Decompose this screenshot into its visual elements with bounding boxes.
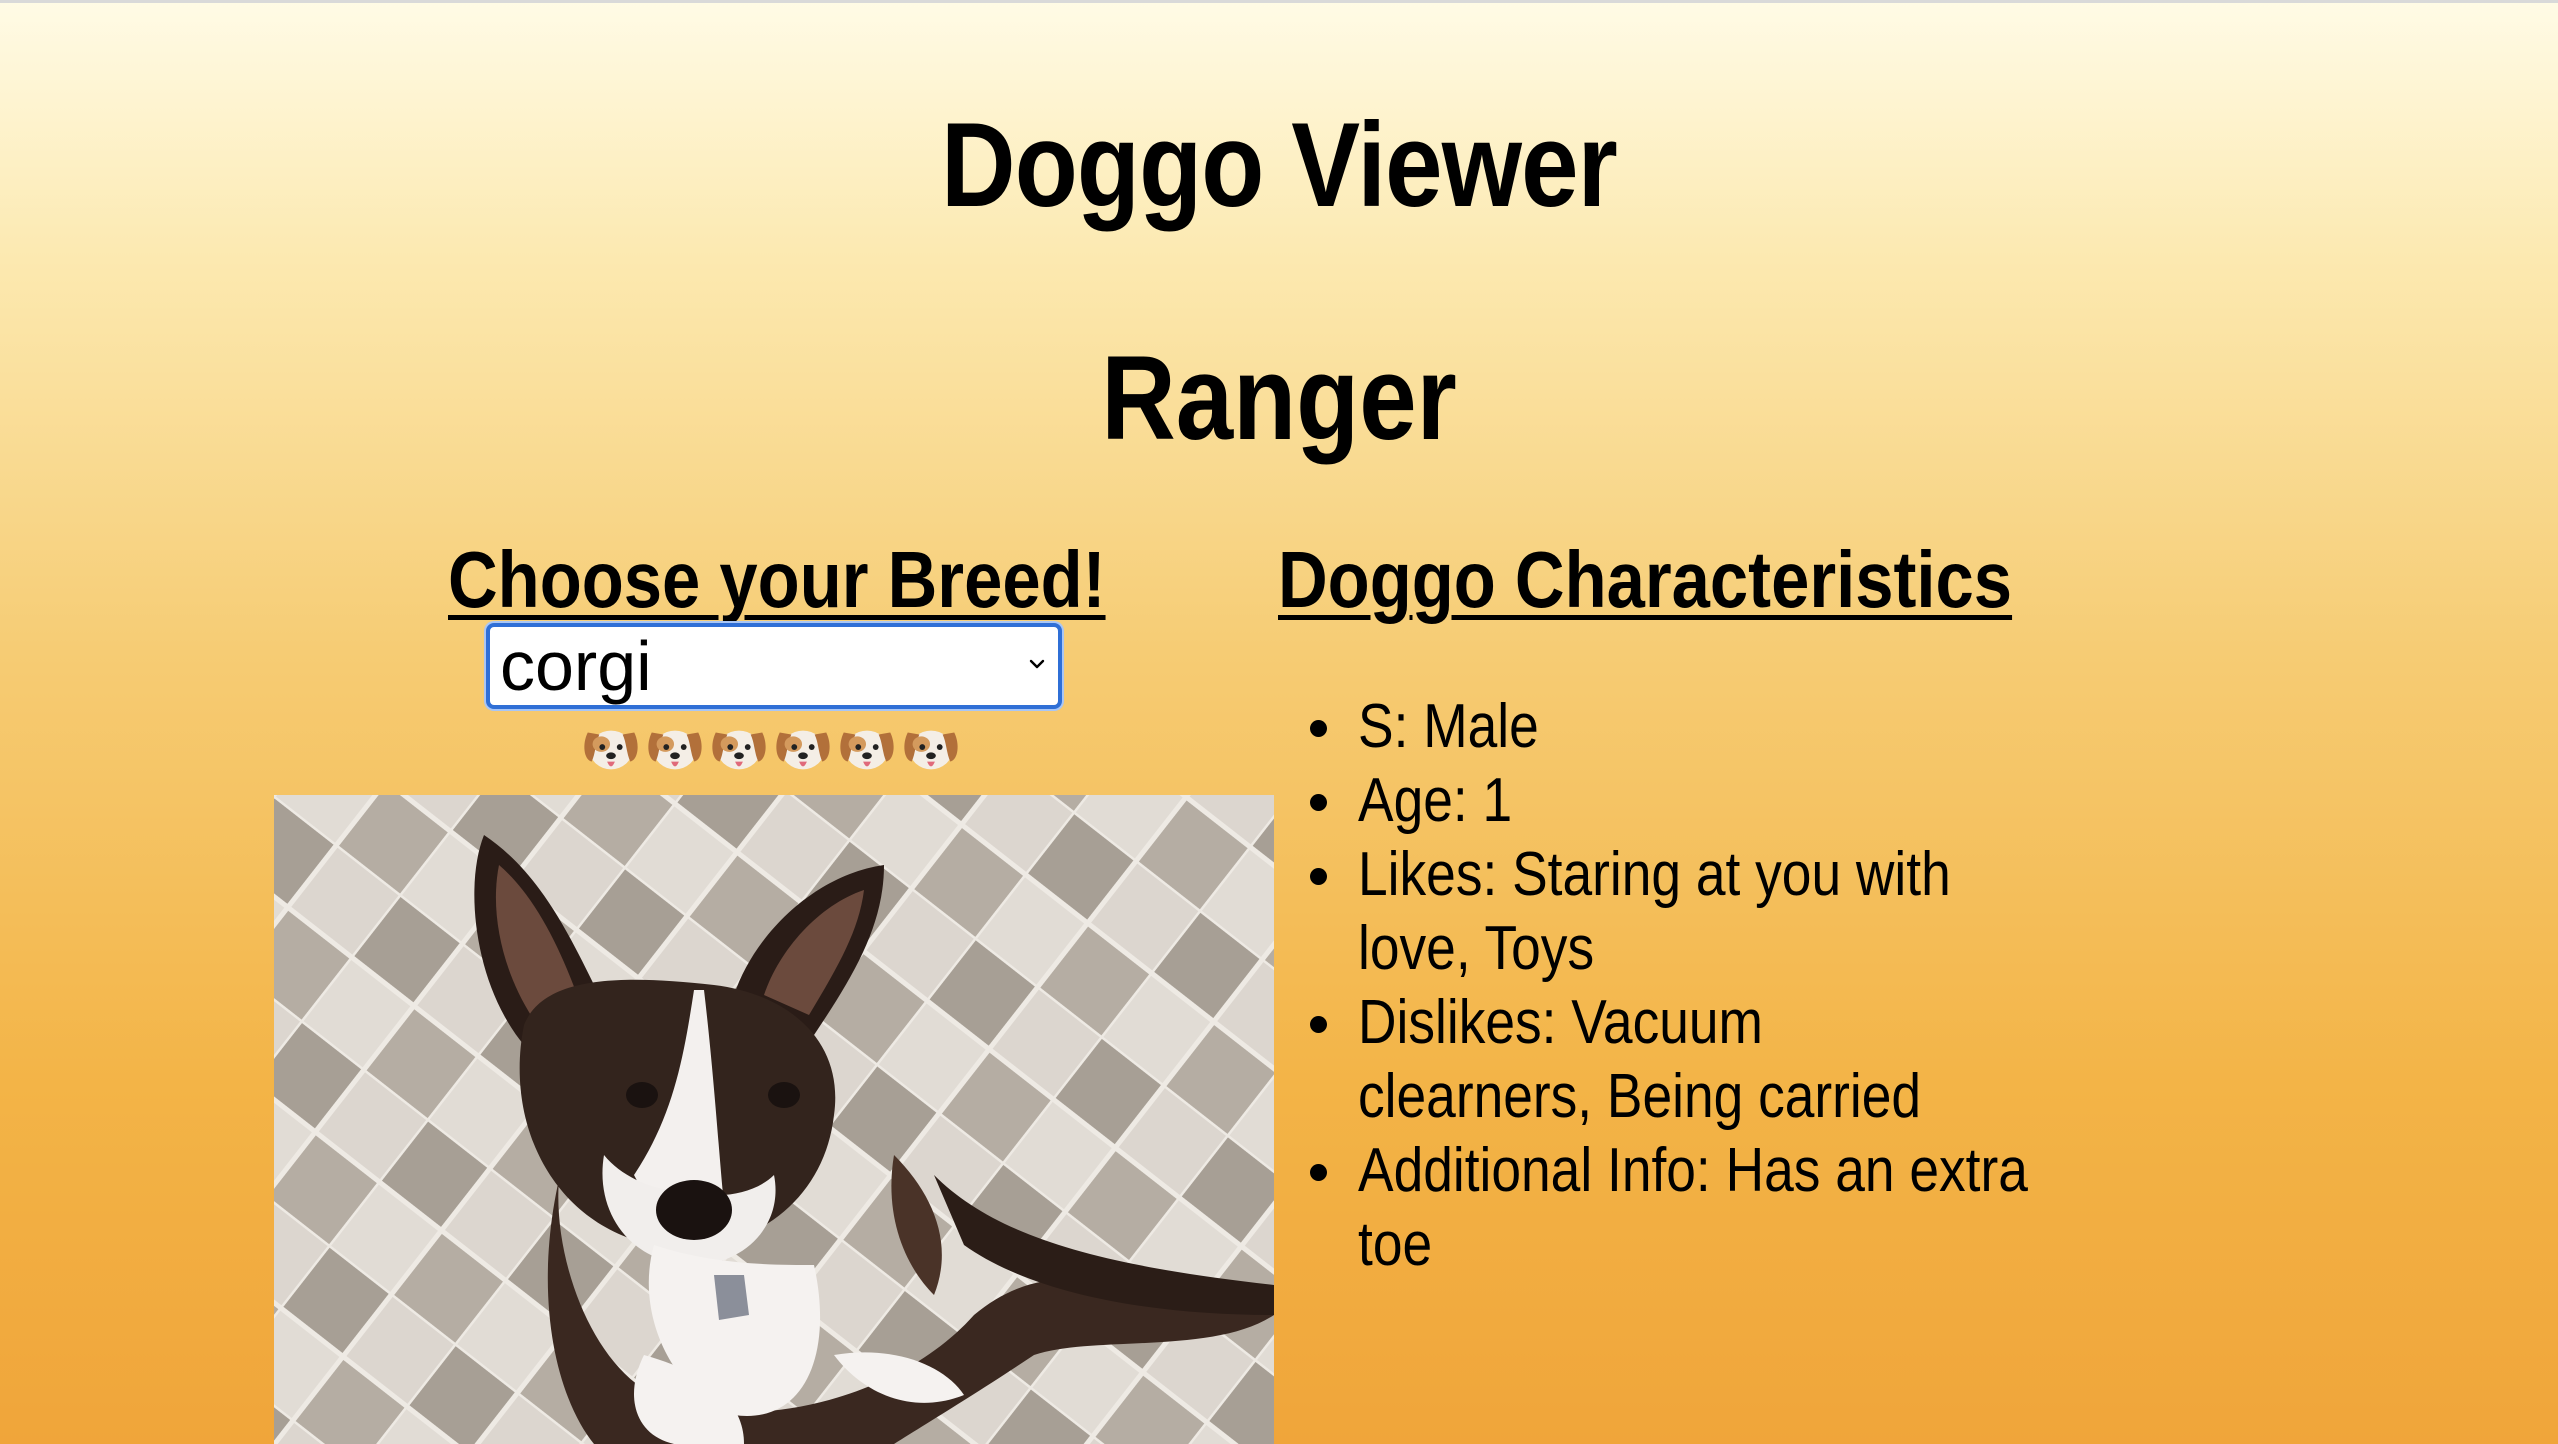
bullet-icon [1310,868,1327,885]
list-item: Age: 1 [1310,764,2210,838]
corgi-photo-image [274,795,1274,1444]
list-item: Dislikes: Vacuum clearners, Being carrie… [1310,986,2210,1134]
bullet-icon [1310,1164,1327,1181]
characteristics-heading: Doggo Characteristics [1278,535,2013,624]
dog-face-icon [840,730,894,770]
bullet-icon [1310,720,1327,737]
list-item: Likes: Staring at you with love, Toys [1310,838,2210,986]
corgi-photo [274,795,1274,1444]
characteristic-age: Age: 1 [1358,766,1513,835]
characteristic-dislikes: Dislikes: Vacuum clearners, Being carrie… [1358,988,1922,1131]
characteristic-sex: S: Male [1358,692,1539,761]
dog-name-heading: Ranger [1101,331,1457,465]
list-item: S: Male [1310,690,2210,764]
bullet-icon [1310,1016,1327,1033]
top-border [0,0,2558,3]
app-title: Doggo Viewer [941,98,1618,232]
characteristic-likes: Likes: Staring at you with love, Toys [1358,840,1951,983]
characteristics-list: S: Male Age: 1 Likes: Staring at you wit… [1310,690,2210,1282]
breed-select[interactable]: corgi [486,623,1062,709]
list-item: Additional Info: Has an extra toe [1310,1134,2210,1282]
dog-face-icon [904,730,958,770]
dog-face-icon [648,730,702,770]
dog-face-icon [776,730,830,770]
breed-picker-heading: Choose your Breed! [448,535,1106,624]
dog-emoji-row [580,717,962,783]
chevron-down-icon [1029,659,1045,669]
bullet-icon [1310,794,1327,811]
characteristic-additional-info: Additional Info: Has an extra toe [1358,1136,2028,1279]
breed-select-value: corgi [500,627,652,705]
dog-face-icon [584,730,638,770]
dog-face-icon [712,730,766,770]
